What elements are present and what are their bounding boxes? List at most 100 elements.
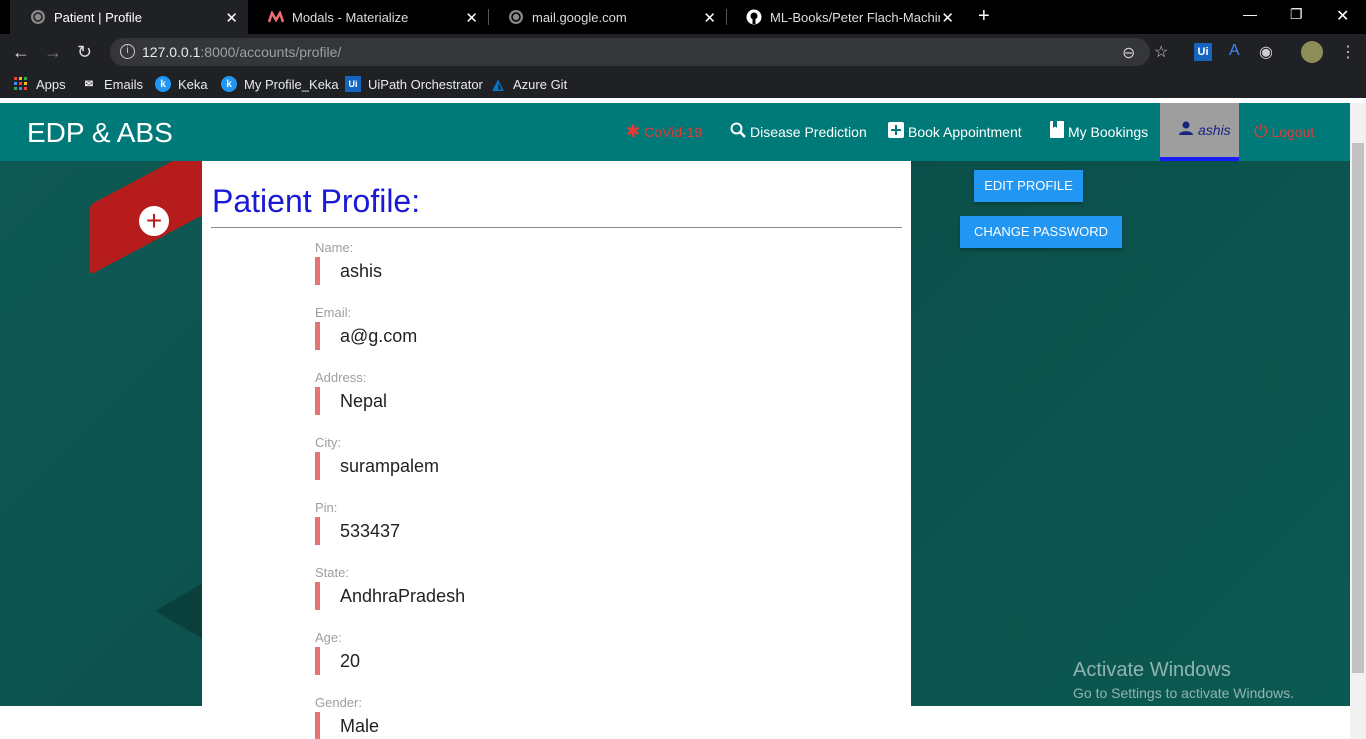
forward-arrow-icon[interactable]: → [44,42,62,63]
tab-patient-profile[interactable]: Patient | Profile ✕ [10,0,248,34]
bookmark-keka[interactable]: k Keka [155,76,208,92]
field-value: a@g.com [315,322,417,350]
tab-title: ML-Books/Peter Flach-Machine L [770,9,940,25]
nav-disease-prediction[interactable]: Disease Prediction [730,103,867,161]
field-label: Name: [315,240,354,255]
close-icon[interactable]: ✕ [225,9,238,27]
bookmark-label: My Profile_Keka [244,76,339,92]
page-viewport: + EDP & ABS ✱ CoVid-19 Disease Predictio… [0,103,1350,739]
nav-my-bookings[interactable]: My Bookings [1050,103,1148,161]
tab-title: Modals - Materialize [292,9,409,25]
address-bar[interactable]: i 127.0.0.1:8000/accounts/profile/ ⊖ ☆ [110,38,1168,66]
keka-icon: k [221,76,237,92]
field-gender: Gender: Male [315,695,379,739]
nav-label: Disease Prediction [750,124,867,140]
field-age: Age: 20 [315,630,360,675]
zoom-icon[interactable]: ⊖ [1122,43,1135,63]
globe-icon [508,9,524,25]
restore-icon[interactable]: ❐ [1290,6,1303,23]
change-password-button[interactable]: CHANGE PASSWORD [960,216,1122,248]
virus-icon: ✱ [626,122,641,141]
windows-activation-watermark: Activate Windows Go to Settings to activ… [1073,659,1294,701]
page-title: Patient Profile: [212,183,421,219]
field-value: 20 [315,647,360,675]
field-value: surampalem [315,452,439,480]
person-icon [1178,120,1194,141]
nav-label: My Bookings [1068,124,1149,140]
top-navbar: EDP & ABS ✱ CoVid-19 Disease Prediction … [0,103,1350,161]
field-label: Gender: [315,695,362,710]
new-tab-icon[interactable]: + [978,5,990,28]
bookmark-emails[interactable]: ✉ Emails [81,76,143,92]
nav-label: Book Appointment [908,124,1022,140]
page-scrollbar[interactable] [1350,103,1366,739]
keka-icon: k [155,76,171,92]
field-pin: Pin: 533437 [315,500,400,545]
field-value: Male [315,712,379,739]
bookmark-azure-git[interactable]: ◭ Azure Git [490,75,568,92]
field-value: 533437 [315,517,400,545]
apps-grid-icon [13,76,29,92]
tab-github[interactable]: ML-Books/Peter Flach-Machine L ✕ [726,0,964,34]
close-icon[interactable]: ✕ [465,9,478,27]
reload-icon[interactable]: ↻ [77,42,92,63]
tab-title: Patient | Profile [54,9,142,25]
azure-icon: ◭ [492,75,504,92]
uipath-icon: Ui [345,76,361,92]
browser-toolbar: ← → ↻ i 127.0.0.1:8000/accounts/profile/… [0,34,1366,70]
globe-icon [30,9,46,25]
medical-cross-icon: + [136,203,172,239]
bookmark-uipath-orchestrator[interactable]: Ui UiPath Orchestrator [345,76,483,92]
bookmark-my-profile-keka[interactable]: k My Profile_Keka [221,76,339,92]
bookmark-label: Azure Git [513,76,568,92]
field-label: Email: [315,305,352,320]
field-value: AndhraPradesh [315,582,465,610]
watermark-title: Activate Windows [1073,659,1231,681]
browser-tab-strip: Patient | Profile ✕ Modals - Materialize… [0,0,1366,34]
more-menu-icon[interactable]: ⋮ [1340,42,1356,62]
star-icon[interactable]: ☆ [1154,42,1168,62]
avatar[interactable] [1301,41,1323,63]
field-city: City: surampalem [315,435,439,480]
mail-icon: ✉ [84,78,94,90]
uipath-extension-icon[interactable]: Ui [1194,43,1212,61]
materialize-icon [268,9,284,25]
nav-covid-19[interactable]: ✱ CoVid-19 [626,103,702,161]
back-arrow-icon[interactable]: ← [12,42,30,63]
field-label: Age: [315,630,342,645]
window-close-icon[interactable]: ✕ [1336,6,1349,26]
search-icon [730,122,746,143]
bookmark-label: Emails [104,76,144,92]
nav-book-appointment[interactable]: Book Appointment [888,103,1022,161]
bookmark-icon [1050,121,1064,143]
close-icon[interactable]: ✕ [703,9,716,27]
field-address: Address: Nepal [315,370,387,415]
field-value: Nepal [315,387,387,415]
tab-modals-materialize[interactable]: Modals - Materialize ✕ [248,0,488,34]
nav-label: Logout [1271,124,1315,140]
field-value: ashis [315,257,382,285]
decorative-shape [155,583,203,639]
tab-title: mail.google.com [532,9,627,25]
nav-logout[interactable]: ⏻ Logout [1254,103,1314,161]
close-icon[interactable]: ✕ [941,9,954,27]
field-label: City: [315,435,341,450]
field-label: Address: [315,370,367,385]
scrollbar-thumb[interactable] [1352,143,1364,673]
nav-user-ashis[interactable]: ashis [1160,103,1239,161]
nav-label: ashis [1198,122,1231,138]
tab-gmail[interactable]: mail.google.com ✕ [488,0,726,34]
url-text: 127.0.0.1:8000/accounts/profile/ [142,44,342,60]
power-icon: ⏻ [1254,122,1268,141]
nav-label: CoVid-19 [644,124,703,140]
bookmarks-bar: Apps ✉ Emails k Keka k My Profile_Keka U… [0,70,1366,98]
translate-extension-icon[interactable]: A [1229,42,1240,60]
profile-card: Patient Profile: Name: ashis Email: a@g.… [202,161,911,739]
bookmark-apps[interactable]: Apps [13,76,66,92]
minimize-icon[interactable]: — [1243,6,1257,22]
brand-logo[interactable]: EDP & ABS [27,117,173,149]
record-extension-icon[interactable]: ◉ [1259,42,1273,62]
info-icon[interactable]: i [120,44,135,59]
bookmark-label: Keka [178,76,208,92]
edit-profile-button[interactable]: EDIT PROFILE [974,170,1083,202]
